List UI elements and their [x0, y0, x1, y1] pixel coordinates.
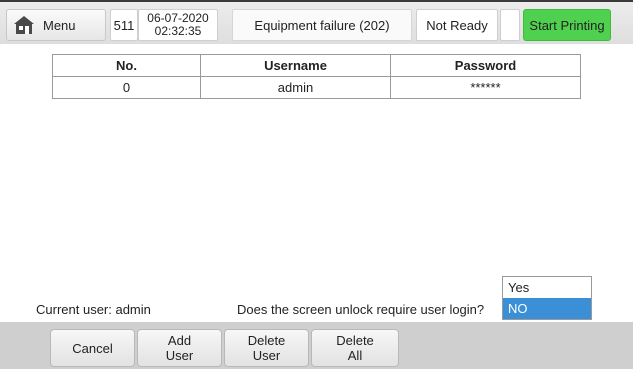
indicator-box — [500, 9, 520, 41]
cell-username: admin — [200, 76, 391, 99]
start-printing-button[interactable]: Start Printing — [523, 9, 611, 41]
time-text: 02:32:35 — [154, 24, 202, 38]
login-required-dropdown[interactable]: Yes NO — [502, 276, 592, 320]
option-yes[interactable]: Yes — [503, 277, 591, 298]
column-header-no: No. — [52, 54, 201, 77]
table-row[interactable]: 0 admin ****** — [52, 76, 581, 99]
column-header-username: Username — [200, 54, 391, 77]
table-header-row: No. Username Password — [52, 54, 581, 77]
cell-password: ****** — [390, 76, 581, 99]
status-code: 511 — [110, 9, 138, 41]
menu-label: Menu — [43, 17, 76, 33]
menu-button[interactable]: Menu — [6, 9, 106, 41]
add-user-button[interactable]: Add User — [137, 329, 222, 367]
cancel-button[interactable]: Cancel — [50, 329, 135, 367]
cell-no: 0 — [52, 76, 201, 99]
delete-all-button[interactable]: Delete All — [311, 329, 399, 367]
unlock-question: Does the screen unlock require user logi… — [237, 302, 485, 317]
equipment-status[interactable]: Equipment failure (202) — [232, 9, 412, 41]
datetime-display: 06-07-2020 02:32:35 — [138, 9, 218, 41]
delete-user-button[interactable]: Delete User — [224, 329, 309, 367]
house-icon — [14, 16, 34, 34]
ready-status: Not Ready — [416, 9, 498, 41]
footer-toolbar: Cancel Add User Delete User Delete All — [0, 322, 633, 369]
user-table: No. Username Password 0 admin ****** — [52, 54, 581, 99]
column-header-password: Password — [390, 54, 581, 77]
current-user-label: Current user: admin — [36, 302, 151, 317]
option-no[interactable]: NO — [503, 298, 591, 319]
header-bar: Menu 511 06-07-2020 02:32:35 Equipment f… — [0, 2, 633, 44]
